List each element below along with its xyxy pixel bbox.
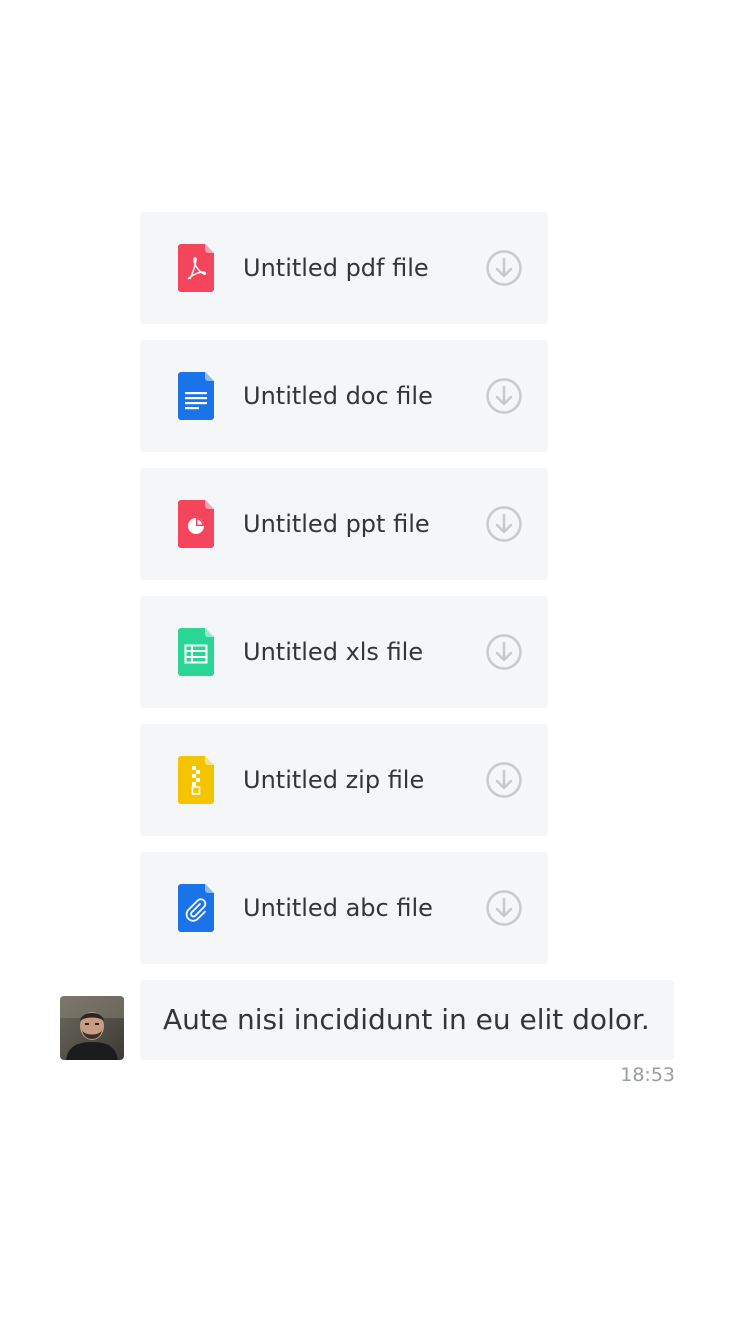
download-icon[interactable] — [485, 761, 523, 799]
ppt-file-icon — [178, 500, 214, 548]
download-icon[interactable] — [485, 505, 523, 543]
message-timestamp: 18:53 — [620, 1064, 675, 1086]
xls-file-icon — [178, 628, 214, 676]
file-card-zip[interactable]: Untitled zip file — [140, 724, 548, 836]
attachment-file-icon — [178, 884, 214, 932]
file-card-doc[interactable]: Untitled doc file — [140, 340, 548, 452]
download-icon[interactable] — [485, 889, 523, 927]
file-name: Untitled zip file — [243, 766, 425, 794]
user-avatar[interactable] — [60, 996, 124, 1060]
file-card-pdf[interactable]: Untitled pdf file — [140, 212, 548, 324]
file-name: Untitled abc file — [243, 894, 433, 922]
download-icon[interactable] — [485, 249, 523, 287]
file-name: Untitled doc file — [243, 382, 433, 410]
zip-file-icon — [178, 756, 214, 804]
message-bubble[interactable]: Aute nisi incididunt in eu elit dolor. — [140, 980, 674, 1060]
file-card-xls[interactable]: Untitled xls file — [140, 596, 548, 708]
doc-file-icon — [178, 372, 214, 420]
pdf-file-icon — [178, 244, 214, 292]
download-icon[interactable] — [485, 377, 523, 415]
file-card-ppt[interactable]: Untitled ppt file — [140, 468, 548, 580]
file-name: Untitled ppt file — [243, 510, 430, 538]
file-name: Untitled xls file — [243, 638, 424, 666]
file-name: Untitled pdf file — [243, 254, 429, 282]
message-text: Aute nisi incididunt in eu elit dolor. — [163, 1003, 650, 1036]
file-card-abc[interactable]: Untitled abc file — [140, 852, 548, 964]
download-icon[interactable] — [485, 633, 523, 671]
